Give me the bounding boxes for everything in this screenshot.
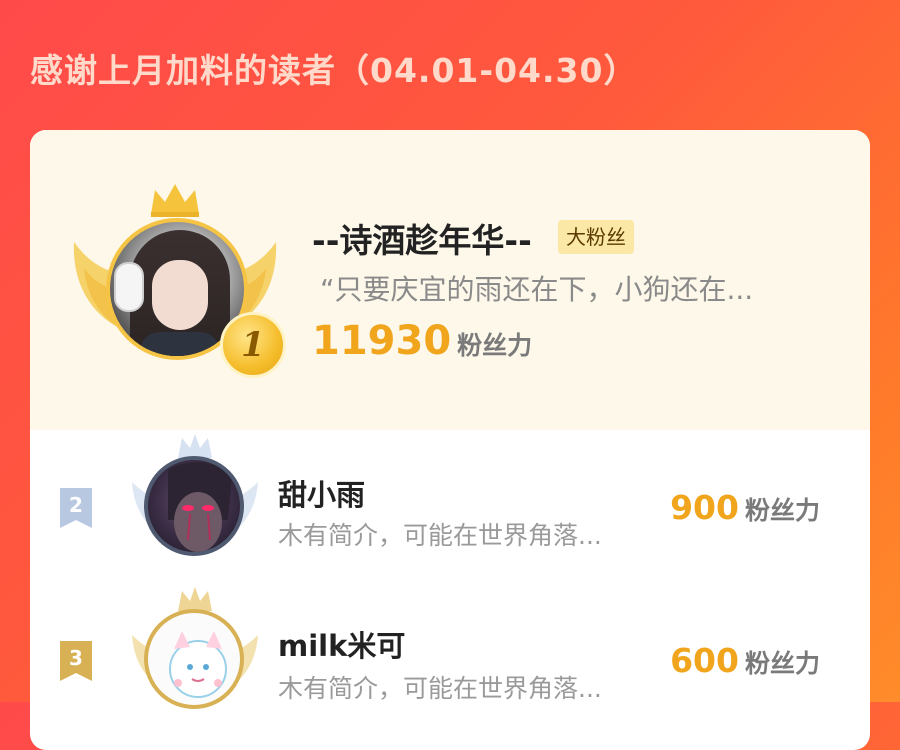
leaderboard-card: 1 --诗酒趁年华-- 大粉丝 “只要庆宜的雨还在下，小狗还在... 11930… (30, 130, 870, 750)
reader-score: 900 粉丝力 (670, 488, 820, 527)
gold-crown-icon (151, 184, 199, 217)
rank-3-badge: 3 (60, 641, 92, 681)
reader-avatar[interactable] (144, 456, 244, 556)
rank-1-medal: 1 (220, 312, 286, 378)
reader-score-value: 600 (670, 641, 739, 680)
reader-score-unit: 粉丝力 (744, 649, 820, 678)
reader-name[interactable]: milk米可 (278, 623, 405, 665)
top-reader-score-unit: 粉丝力 (457, 331, 533, 360)
top-reader-score: 11930 粉丝力 (312, 318, 532, 364)
top-reader-name[interactable]: --诗酒趁年华-- (312, 214, 532, 262)
reader-avatar-group[interactable] (120, 432, 270, 582)
reader-score-unit: 粉丝力 (744, 496, 820, 525)
reader-score: 600 粉丝力 (670, 641, 820, 680)
reader-score-value: 900 (670, 488, 739, 527)
svg-text:2: 2 (69, 493, 83, 517)
top-reader-avatar-group[interactable]: 1 (70, 182, 286, 382)
reader-name[interactable]: 甜小雨 (278, 472, 365, 514)
reader-intro: 木有简介，可能在世界角落... (278, 521, 602, 550)
reader-intro: 木有简介，可能在世界角落... (278, 674, 602, 703)
top-reader-score-value: 11930 (312, 318, 452, 364)
reader-avatar[interactable] (144, 609, 244, 709)
reader-row[interactable]: 2 甜小雨 木有简介，可能在世界角落... 900 粉丝力 (30, 430, 870, 580)
reader-avatar-group[interactable] (120, 585, 270, 735)
rank-2-badge: 2 (60, 488, 92, 528)
page-title: 感谢上月加料的读者（04.01-04.30） (30, 51, 638, 90)
svg-text:3: 3 (69, 646, 83, 670)
top-reader-intro: “只要庆宜的雨还在下，小狗还在... (320, 273, 754, 306)
top-reader-section[interactable]: 1 --诗酒趁年华-- 大粉丝 “只要庆宜的雨还在下，小狗还在... 11930… (30, 130, 870, 430)
reader-row[interactable]: 3 milk米可 木有简介，可能在世界角落... 600 粉丝力 (30, 585, 870, 735)
fan-level-badge: 大粉丝 (558, 220, 634, 254)
